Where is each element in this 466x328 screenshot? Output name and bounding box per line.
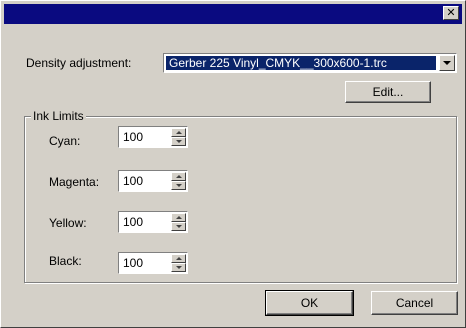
chevron-up-icon bbox=[176, 175, 182, 178]
cyan-increment[interactable] bbox=[171, 128, 186, 137]
magenta-label: Magenta: bbox=[49, 175, 100, 189]
ink-limits-title: Ink Limits bbox=[31, 109, 86, 123]
black-stepper[interactable] bbox=[118, 252, 188, 274]
chevron-down-icon bbox=[443, 61, 451, 65]
chevron-up-icon bbox=[176, 131, 182, 134]
dropdown-button[interactable] bbox=[439, 55, 455, 71]
chevron-up-icon bbox=[176, 257, 182, 260]
close-icon: ✕ bbox=[446, 6, 456, 19]
chevron-down-icon bbox=[176, 184, 182, 187]
magenta-decrement[interactable] bbox=[171, 181, 186, 190]
density-adjustment-select[interactable]: Gerber 225 Vinyl_CMYK__300x600-1.trc bbox=[163, 53, 457, 73]
yellow-decrement[interactable] bbox=[171, 222, 186, 231]
density-adjustment-value: Gerber 225 Vinyl_CMYK__300x600-1.trc bbox=[166, 56, 436, 70]
magenta-input[interactable] bbox=[121, 172, 171, 190]
chevron-down-icon bbox=[176, 266, 182, 269]
chevron-up-icon bbox=[176, 216, 182, 219]
yellow-input[interactable] bbox=[121, 213, 171, 231]
ink-limits-group bbox=[24, 116, 457, 283]
cyan-label: Cyan: bbox=[49, 134, 81, 148]
yellow-label: Yellow: bbox=[49, 216, 87, 230]
ok-button[interactable]: OK bbox=[265, 290, 354, 316]
cyan-decrement[interactable] bbox=[171, 137, 186, 146]
yellow-stepper[interactable] bbox=[118, 211, 188, 233]
black-input[interactable] bbox=[121, 254, 171, 272]
chevron-down-icon bbox=[176, 140, 182, 143]
density-ink-dialog: ✕ Density adjustment: Gerber 225 Vinyl_C… bbox=[0, 0, 466, 328]
magenta-stepper[interactable] bbox=[118, 170, 188, 192]
black-increment[interactable] bbox=[171, 254, 186, 263]
cyan-input[interactable] bbox=[121, 128, 171, 146]
close-button[interactable]: ✕ bbox=[443, 6, 459, 20]
black-decrement[interactable] bbox=[171, 263, 186, 272]
magenta-increment[interactable] bbox=[171, 172, 186, 181]
yellow-increment[interactable] bbox=[171, 213, 186, 222]
chevron-down-icon bbox=[176, 225, 182, 228]
black-label: Black: bbox=[49, 254, 82, 268]
edit-button[interactable]: Edit... bbox=[345, 81, 431, 103]
cancel-button[interactable]: Cancel bbox=[371, 291, 458, 315]
title-bar[interactable]: ✕ bbox=[4, 4, 462, 24]
density-adjustment-label: Density adjustment: bbox=[26, 56, 132, 70]
cyan-stepper[interactable] bbox=[118, 126, 188, 148]
